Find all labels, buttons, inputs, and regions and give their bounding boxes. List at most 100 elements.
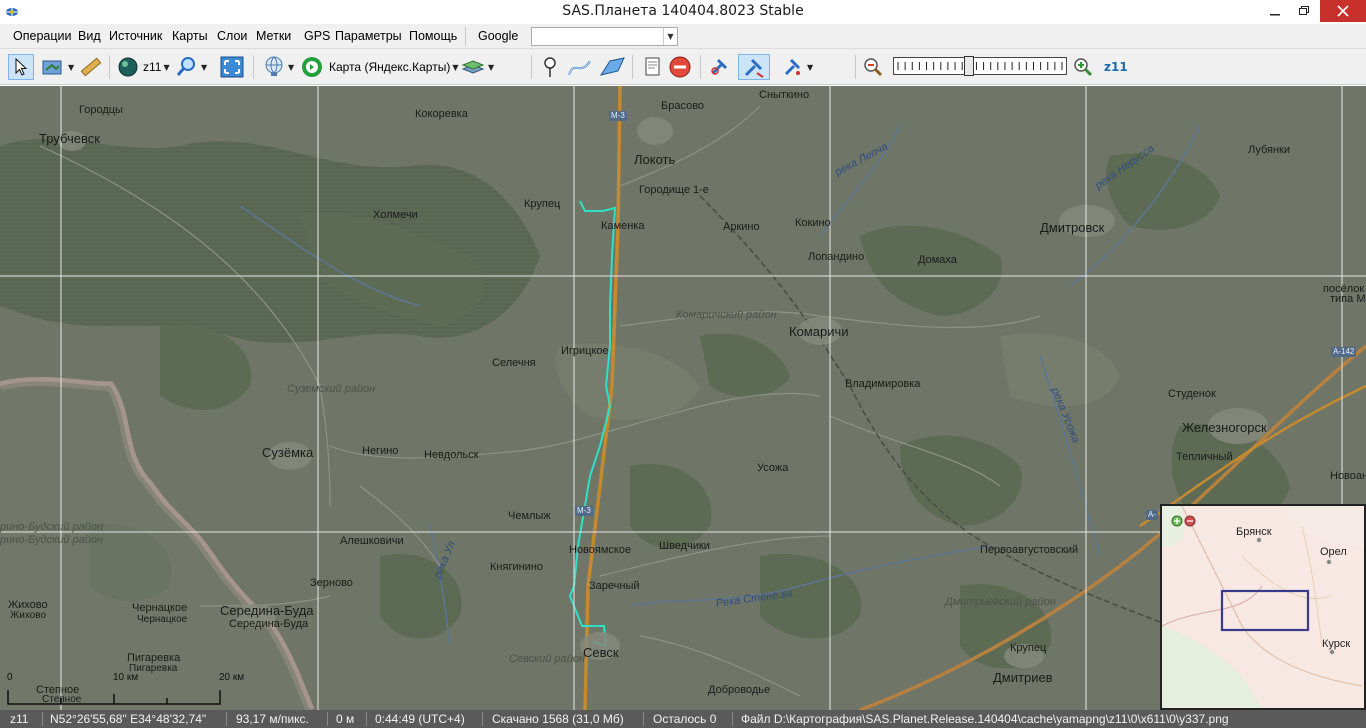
add-placemark-button[interactable] <box>539 54 561 80</box>
chevron-down-icon: ▼ <box>288 62 295 72</box>
select-area-icon <box>42 60 62 75</box>
region-label: Дмитриевский район <box>945 596 1056 608</box>
status-separator <box>366 712 367 726</box>
map-label: Заречный <box>589 580 640 592</box>
map-label: Трубчевск <box>39 131 100 146</box>
search-input[interactable]: ▼ <box>531 27 678 46</box>
zoom-select-button[interactable]: z11 ▼ <box>116 54 170 80</box>
window-title: SAS.Планета 140404.8023 Stable <box>562 3 804 19</box>
placemarks-manager-button[interactable] <box>640 54 664 80</box>
status-separator <box>42 712 43 726</box>
map-label: Чемлыж <box>508 510 551 522</box>
zoom-in-button[interactable] <box>1072 54 1094 80</box>
menu-layers[interactable]: Слои <box>217 29 247 43</box>
toolbar: ▼ z11 ▼ ▼ ▼ Карта (Яндекс.Карты) ▼ ▼ ▼ <box>0 49 1366 119</box>
pin-icon <box>544 57 556 77</box>
map-label: Середина-Буда <box>220 603 314 618</box>
map-label: Тепличный <box>1176 451 1233 463</box>
region-label: рино-Будский район <box>0 521 104 533</box>
map-label: Дмитриев <box>993 670 1053 685</box>
search-source-select[interactable]: Google ▼ <box>470 27 531 56</box>
layers-icon <box>461 60 485 74</box>
add-polygon-button[interactable] <box>598 54 628 80</box>
title-bar: SAS.Планета 140404.8023 Stable <box>0 0 1366 24</box>
chevron-down-icon: ▼ <box>201 62 208 72</box>
map-label: Дмитровск <box>1040 220 1105 235</box>
select-area-button[interactable]: ▼ <box>40 54 74 80</box>
map-label: Крупец <box>524 198 561 210</box>
menu-separator <box>465 27 466 46</box>
ruler-button[interactable] <box>79 54 103 80</box>
zoom-slider[interactable] <box>893 56 1067 76</box>
map-label: Княгинино <box>490 561 544 573</box>
map-label: Селечня <box>492 357 536 369</box>
map-label: Игрицкое <box>561 345 609 357</box>
close-button[interactable] <box>1320 0 1366 22</box>
status-bar: z11 N52°26'55,68" E34°48'32,74" 93,17 м/… <box>0 710 1366 728</box>
map-label: Брасово <box>661 100 705 112</box>
gps-settings-button[interactable]: ▼ <box>781 54 813 80</box>
scale-label: 0 <box>7 672 13 683</box>
map-label: Алешковичи <box>340 535 404 547</box>
minimize-button[interactable] <box>1262 0 1288 22</box>
toolbar-separator <box>700 55 701 79</box>
add-path-button[interactable] <box>566 54 594 80</box>
zoom-out-button[interactable] <box>862 54 884 80</box>
region-label: рино-Будский район <box>0 534 104 546</box>
zoom-button-label: z11 <box>143 60 162 74</box>
status-separator <box>643 712 644 726</box>
gps-follow-button[interactable] <box>738 54 770 80</box>
map-source-button[interactable]: Карта (Яндекс.Карты) ▼ <box>301 54 458 80</box>
zoom-in-icon <box>1074 58 1093 77</box>
map-label: Середина-Буда <box>229 618 309 630</box>
minimap-label: Орел <box>1320 546 1347 558</box>
gps-track-button[interactable] <box>708 54 734 80</box>
globe-icon <box>118 57 138 77</box>
minimap-zoom-controls[interactable] <box>1170 514 1198 528</box>
chevron-down-icon: ▼ <box>163 62 170 72</box>
restore-button[interactable] <box>1290 0 1318 22</box>
status-downloaded: Скачано 1568 (31,0 Мб) <box>492 712 624 726</box>
scale-label: 20 км <box>219 672 245 683</box>
map-label: Лубянки <box>1248 144 1291 156</box>
close-icon <box>1337 5 1349 17</box>
menu-maps[interactable]: Карты <box>172 29 208 43</box>
menu-marks[interactable]: Метки <box>256 29 291 43</box>
hide-placemarks-button[interactable] <box>668 54 692 80</box>
menu-settings[interactable]: Параметры <box>335 29 402 43</box>
map-type-button[interactable]: ▼ <box>262 54 294 80</box>
minimize-icon <box>1270 14 1280 16</box>
menu-gps[interactable]: GPS <box>304 29 330 43</box>
search-tool-button[interactable]: ▼ <box>175 54 207 80</box>
status-remaining: Осталось 0 <box>653 712 717 726</box>
layers-button[interactable]: ▼ <box>460 54 494 80</box>
map-label: Негино <box>362 445 399 457</box>
menu-help[interactable]: Помощь <box>409 29 457 43</box>
map-label: Холмечи <box>373 209 418 221</box>
zoom-slider-thumb[interactable] <box>963 56 974 76</box>
map-label: Владимировка <box>845 378 921 390</box>
minimap[interactable]: Брянск Орел Курск <box>1160 504 1366 710</box>
chevron-down-icon[interactable]: ▼ <box>663 28 677 45</box>
menu-source[interactable]: Источник <box>109 29 162 43</box>
status-separator <box>732 712 733 726</box>
map-name-label: Карта (Яндекс.Карты) <box>329 60 451 74</box>
toolbar-separator <box>253 55 254 79</box>
zoom-level-label: z11 <box>1104 60 1128 74</box>
menu-operations[interactable]: Операции <box>13 29 71 43</box>
toolbar-separator <box>855 55 856 79</box>
map-label: Кокоревка <box>415 108 468 120</box>
minimap-label: Курск <box>1322 638 1351 650</box>
fullscreen-button[interactable] <box>219 54 245 80</box>
toolbar-separator <box>632 55 633 79</box>
menu-view[interactable]: Вид <box>78 29 101 43</box>
map-label: Сузёмка <box>262 445 314 460</box>
polygon-icon <box>599 57 625 76</box>
map-label: Городище 1-е <box>639 184 709 196</box>
scale-label: 10 км <box>113 672 139 683</box>
pointer-tool-button[interactable] <box>8 54 34 80</box>
restore-icon <box>1299 6 1309 15</box>
map-label: Крупец <box>1010 642 1047 654</box>
toolbar-separator <box>109 55 110 79</box>
map-label: Локоть <box>634 152 676 167</box>
